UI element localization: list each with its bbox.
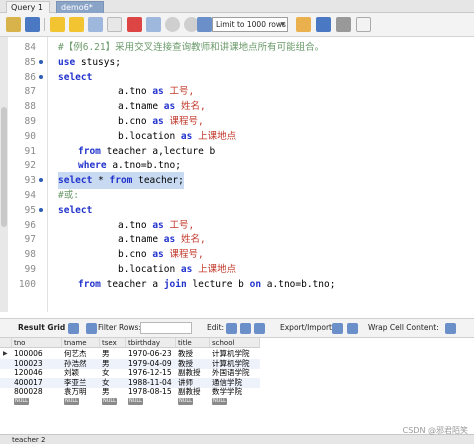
watermark: CSDN @邪君陌笑	[402, 426, 468, 435]
statement-marker-icon	[39, 178, 43, 183]
filter-rows-label: Filter Rows:	[98, 323, 141, 332]
tab-demo6[interactable]: demo6*	[56, 1, 104, 13]
table-cell[interactable]: 100023	[12, 359, 62, 369]
grid-column-header[interactable]: title	[176, 338, 210, 348]
open-file-icon[interactable]	[6, 17, 21, 32]
grid-row-header	[0, 338, 12, 348]
code-text: from teacher a join lecture b on a.tno=b…	[78, 278, 336, 290]
commit-icon[interactable]	[165, 17, 180, 32]
grid-column-header[interactable]: school	[210, 338, 260, 348]
statement-marker-icon	[39, 207, 43, 212]
edit-row-icon[interactable]	[226, 323, 237, 334]
autocommit-icon[interactable]	[146, 17, 161, 32]
table-cell[interactable]: 1988-11-04	[126, 378, 176, 388]
table-cell[interactable]: 袁万明	[62, 387, 100, 397]
null-badge: NULL	[64, 398, 79, 405]
grid-view-icon[interactable]	[68, 323, 79, 334]
table-cell[interactable]: 1970-06-23	[126, 349, 176, 359]
statement-marker-icon	[39, 74, 43, 79]
result-tab-teacher[interactable]: teacher 2	[12, 435, 46, 444]
save-icon[interactable]	[25, 17, 40, 32]
table-cell[interactable]: 副教授	[176, 387, 210, 397]
grid-column-header[interactable]: tbirthday	[126, 338, 176, 348]
table-cell[interactable]: 1978-08-15	[126, 387, 176, 397]
table-cell[interactable]: 何艺杰	[62, 349, 100, 359]
result-tab-bar: teacher 2 CSDN @邪君陌笑	[0, 426, 474, 444]
table-cell[interactable]: 计算机学院	[210, 349, 260, 359]
table-row[interactable]: ▶ 100006 何艺杰男 1970-06-23 教授 计算机学院	[0, 349, 260, 359]
table-cell[interactable]: 女	[100, 368, 126, 378]
grid-column-header[interactable]: tno	[12, 338, 62, 348]
new-row[interactable]: NULL NULL NULL NULL NULL NULL	[0, 397, 260, 407]
stop-icon[interactable]	[107, 17, 122, 32]
null-badge: NULL	[128, 398, 143, 405]
result-grid[interactable]: tno tname tsex tbirthday title school ▶ 100006…	[0, 338, 474, 434]
limit-rows-value: Limit to 1000 rows	[216, 20, 286, 29]
grid-column-header[interactable]: tname	[62, 338, 100, 348]
null-badge: NULL	[102, 398, 117, 405]
beautify-icon[interactable]	[296, 17, 311, 32]
results-toolbar: Result Grid Filter Rows: Edit: Export/Im…	[0, 318, 474, 338]
export-icon[interactable]	[332, 323, 343, 334]
tab-query-1[interactable]: Query 1	[6, 1, 50, 13]
table-cell[interactable]: 外国语学院	[210, 368, 260, 378]
add-row-icon[interactable]	[240, 323, 251, 334]
table-row[interactable]: 800028 袁万明男 1978-08-15 副教授 数学学院	[0, 387, 260, 397]
toggle-error-icon[interactable]	[127, 17, 142, 32]
filter-icon[interactable]	[86, 323, 97, 334]
table-cell[interactable]: 男	[100, 349, 126, 359]
table-cell[interactable]: 数学学院	[210, 387, 260, 397]
table-cell[interactable]: 1976-12-15	[126, 368, 176, 378]
find-icon[interactable]	[316, 17, 331, 32]
result-grid-label[interactable]: Result Grid	[18, 319, 65, 337]
table-cell[interactable]: 男	[100, 387, 126, 397]
table-cell[interactable]: 女	[100, 378, 126, 388]
table-cell[interactable]: 1979-04-09	[126, 359, 176, 369]
statement-marker-icon	[39, 59, 43, 64]
execute-current-icon[interactable]	[69, 17, 84, 32]
table-cell[interactable]: 100006	[12, 349, 62, 359]
limit-icon[interactable]	[197, 17, 212, 32]
null-badge: NULL	[212, 398, 227, 405]
table-cell[interactable]: 800028	[12, 387, 62, 397]
import-icon[interactable]	[347, 323, 358, 334]
table-row[interactable]: 120046 刘颖女 1976-12-15 副教授 外国语学院	[0, 368, 260, 378]
table-cell[interactable]: 120046	[12, 368, 62, 378]
wrap-lines-icon[interactable]	[356, 17, 371, 32]
execute-icon[interactable]	[50, 17, 65, 32]
limit-rows-select[interactable]: Limit to 1000 rows ▼	[212, 17, 288, 32]
wrap-cell-icon[interactable]	[445, 323, 456, 334]
table-cell[interactable]: 副教授	[176, 368, 210, 378]
delete-row-icon[interactable]	[254, 323, 265, 334]
table-cell[interactable]: 教授	[176, 349, 210, 359]
grid-column-header[interactable]: tsex	[100, 338, 126, 348]
export-import-label: Export/Import:	[280, 323, 335, 332]
table-cell[interactable]: 刘颖	[62, 368, 100, 378]
null-badge: NULL	[178, 398, 193, 405]
explain-icon[interactable]	[88, 17, 103, 32]
chevron-down-icon: ▼	[280, 21, 285, 28]
invisible-chars-icon[interactable]	[336, 17, 351, 32]
query-tab-bar: Query 1 demo6*	[0, 0, 474, 13]
sql-editor[interactable]: 84 #【例6.21】采用交叉连接查询教师和讲课地点所有可能组合。 85 use st…	[0, 37, 474, 312]
code-line[interactable]: 100 from teacher a join lecture b on a.tn…	[0, 276, 474, 293]
toolbar-separator	[44, 18, 45, 31]
current-row-icon: ▶	[3, 350, 8, 357]
null-badge: NULL	[14, 398, 29, 405]
editor-toolbar: Limit to 1000 rows ▼	[0, 13, 474, 37]
table-cell[interactable]: 400017	[12, 378, 62, 388]
wrap-cell-label: Wrap Cell Content:	[368, 323, 439, 332]
line-number: 100	[18, 278, 36, 290]
workbench-window: Query 1 demo6* Limit to 1000 rows ▼ 84 #【…	[0, 0, 474, 444]
filter-rows-input[interactable]	[140, 322, 192, 334]
edit-label: Edit:	[207, 323, 225, 332]
